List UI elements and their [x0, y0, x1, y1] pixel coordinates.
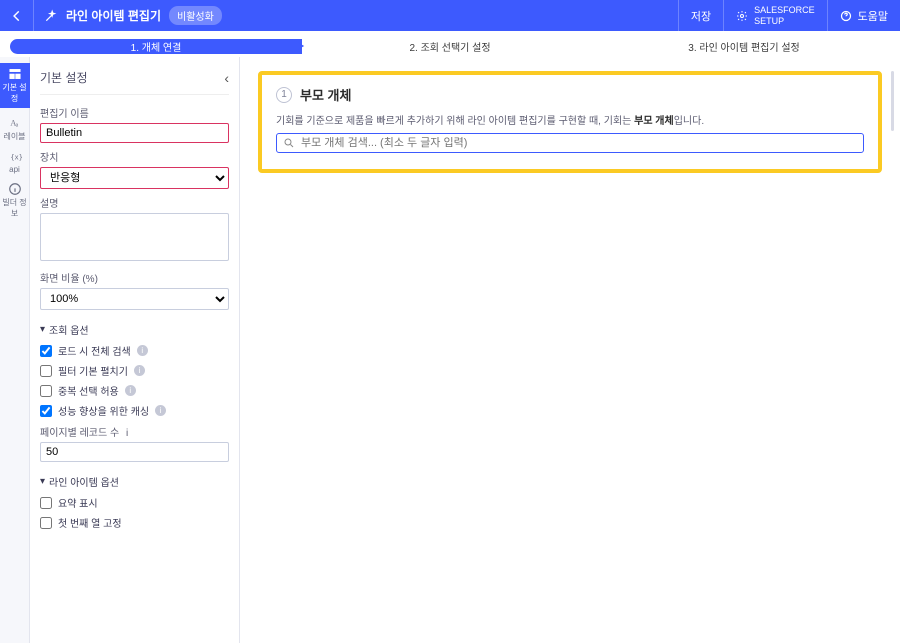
search-icon: [283, 137, 295, 149]
info-icon: [8, 182, 22, 196]
chk-first-col[interactable]: 첫 번째 열 고정: [40, 515, 229, 530]
main-layout: 기본 설정 Aa 레이블 {x} api 빌더 정보 기본 설정 ‹ 편집기 이…: [0, 57, 900, 643]
save-label: 저장: [691, 8, 711, 24]
parent-object-search-input[interactable]: [301, 137, 857, 149]
lookup-options-label: 조회 옵션: [49, 322, 89, 337]
info-icon[interactable]: i: [137, 345, 148, 356]
screen-ratio-select[interactable]: 100%: [40, 288, 229, 310]
save-button[interactable]: 저장: [678, 0, 723, 31]
chk-first-col-box[interactable]: [40, 517, 52, 529]
page-records-input[interactable]: [40, 442, 229, 462]
chk-summary-box[interactable]: [40, 497, 52, 509]
chk-filter-expand-label: 필터 기본 펼치기: [58, 363, 128, 378]
main-canvas: 1 부모 개체 기회를 기준으로 제품을 빠르게 추가하기 위해 라인 아이템 …: [240, 57, 900, 643]
code-icon: {x}: [8, 150, 22, 164]
help-label: 도움말: [858, 8, 888, 24]
scrollbar[interactable]: [891, 71, 894, 131]
parent-object-search[interactable]: [276, 133, 864, 153]
back-button[interactable]: [0, 0, 34, 31]
step-3[interactable]: 3. 라인 아이템 편집기 설정: [598, 39, 890, 54]
panel-title: 1 부모 개체: [276, 85, 864, 104]
step-3-label: 3. 라인 아이템 편집기 설정: [688, 39, 799, 54]
sidebar-heading: 기본 설정: [40, 69, 88, 86]
icon-rail: 기본 설정 Aa 레이블 {x} api 빌더 정보: [0, 57, 30, 643]
rail-labels[interactable]: Aa 레이블: [0, 116, 30, 142]
page-title: 라인 아이템 편집기: [66, 7, 161, 24]
step-1-label: 1. 개체 연결: [131, 39, 182, 54]
rail-builder-info[interactable]: 빌더 정보: [0, 182, 30, 219]
chevron-down-icon: ▾: [40, 476, 45, 487]
chk-multi-select-label: 중복 선택 허용: [58, 383, 119, 398]
chk-load-all-label: 로드 시 전체 검색: [58, 343, 131, 358]
step-number-badge: 1: [276, 87, 292, 103]
device-select[interactable]: 반응형: [40, 167, 229, 189]
wand-icon: [44, 9, 58, 23]
chk-load-all-box[interactable]: [40, 345, 52, 357]
title-area: 라인 아이템 편집기 비활성화: [34, 0, 678, 31]
rail-api-label: api: [9, 165, 20, 174]
help-icon: [840, 10, 852, 22]
page-records-label: 페이지별 레코드 수 i: [40, 424, 229, 439]
step-2-label: 2. 조회 선택기 설정: [409, 39, 490, 54]
info-icon[interactable]: i: [134, 365, 145, 376]
text-icon: Aa: [8, 116, 22, 130]
lookup-options-toggle[interactable]: ▾ 조회 옵션: [40, 322, 229, 337]
chk-first-col-label: 첫 번째 열 고정: [58, 515, 122, 530]
screen-ratio-label: 화면 비율 (%): [40, 270, 229, 285]
parent-object-panel: 1 부모 개체 기회를 기준으로 제품을 빠르게 추가하기 위해 라인 아이템 …: [258, 71, 882, 173]
step-2[interactable]: 2. 조회 선택기 설정: [304, 39, 596, 54]
chevron-down-icon: ▾: [40, 324, 45, 335]
line-item-options-toggle[interactable]: ▾ 라인 아이템 옵션: [40, 474, 229, 489]
device-label: 장치: [40, 149, 229, 164]
chk-perf-cache[interactable]: 성능 향상을 위한 캐싱 i: [40, 403, 229, 418]
chk-perf-cache-label: 성능 향상을 위한 캐싱: [58, 403, 149, 418]
chk-load-all[interactable]: 로드 시 전체 검색 i: [40, 343, 229, 358]
svg-text:a: a: [15, 123, 18, 129]
description-textarea[interactable]: [40, 213, 229, 261]
info-icon[interactable]: i: [155, 405, 166, 416]
status-badge: 비활성화: [169, 6, 222, 25]
sidebar: 기본 설정 ‹ 편집기 이름 장치 반응형 설명 화면 비율 (%) 100% …: [30, 57, 240, 643]
chk-multi-select-box[interactable]: [40, 385, 52, 397]
salesforce-setup-button[interactable]: SALESFORCE SETUP: [723, 0, 827, 31]
panel-title-text: 부모 개체: [300, 85, 351, 104]
chk-summary[interactable]: 요약 표시: [40, 495, 229, 510]
top-bar: 라인 아이템 편집기 비활성화 저장 SALESFORCE SETUP 도움말: [0, 0, 900, 31]
chk-filter-expand-box[interactable]: [40, 365, 52, 377]
chk-perf-cache-box[interactable]: [40, 405, 52, 417]
line-item-options-label: 라인 아이템 옵션: [49, 474, 119, 489]
rail-labels-label: 레이블: [3, 131, 25, 142]
layout-icon: [8, 67, 22, 81]
gear-icon: [736, 10, 748, 22]
rail-api[interactable]: {x} api: [0, 150, 30, 174]
arrow-left-icon: [10, 9, 24, 23]
stepper: 1. 개체 연결 2. 조회 선택기 설정 3. 라인 아이템 편집기 설정: [0, 31, 900, 57]
collapse-sidebar-button[interactable]: ‹: [224, 70, 229, 86]
panel-description: 기회를 기준으로 제품을 빠르게 추가하기 위해 라인 아이템 편집기를 구현할…: [276, 112, 864, 127]
chk-summary-label: 요약 표시: [58, 495, 98, 510]
chk-filter-expand[interactable]: 필터 기본 펼치기 i: [40, 363, 229, 378]
info-icon[interactable]: i: [125, 385, 136, 396]
sidebar-header: 기본 설정 ‹: [40, 67, 229, 95]
step-1[interactable]: 1. 개체 연결: [10, 39, 302, 54]
rail-builder-label: 빌더 정보: [0, 197, 30, 219]
rail-basic-label: 기본 설정: [0, 82, 30, 104]
chk-multi-select[interactable]: 중복 선택 허용 i: [40, 383, 229, 398]
editor-name-label: 편집기 이름: [40, 105, 229, 120]
setup-label: SALESFORCE SETUP: [754, 5, 815, 27]
help-button[interactable]: 도움말: [827, 0, 900, 31]
editor-name-input[interactable]: [40, 123, 229, 143]
info-icon[interactable]: i: [126, 428, 128, 439]
description-label: 설명: [40, 195, 229, 210]
top-actions: 저장 SALESFORCE SETUP 도움말: [678, 0, 900, 31]
rail-basic-settings[interactable]: 기본 설정: [0, 63, 30, 108]
svg-text:{x}: {x}: [10, 153, 22, 161]
